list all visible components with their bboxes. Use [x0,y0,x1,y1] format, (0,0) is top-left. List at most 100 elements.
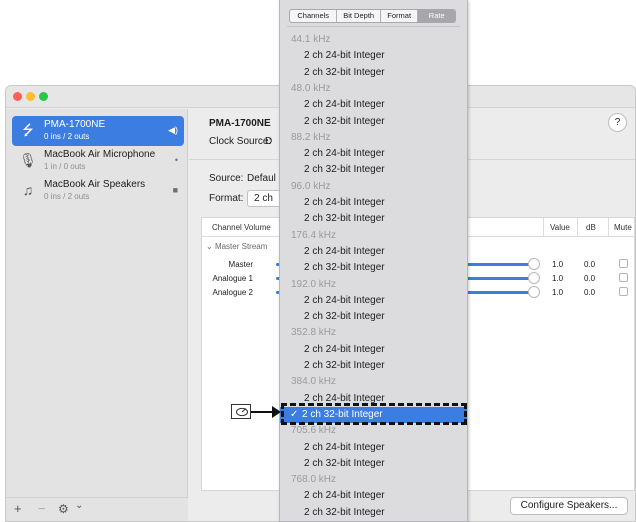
arrow-right-icon [272,406,281,418]
chevron-down-icon[interactable]: ⌄ [75,499,83,513]
menu-item[interactable]: 2 ch 24-bit Integer [280,195,467,211]
menu-item-label: 192.0 kHz [291,278,337,290]
menu-item-label: 2 ch 24-bit Integer [304,148,385,160]
device-title: PMA-1700NE [209,118,271,129]
menu-item-label: 48.0 kHz [291,82,331,94]
gear-icon[interactable]: ⚙ [58,502,69,516]
device-item-pma-1700ne[interactable]: ⭍ PMA-1700NE 0 ins / 2 outs ◀) [12,116,184,146]
channel-db: 0.0 [584,274,596,283]
menu-item[interactable]: 2 ch 24-bit Integer [280,488,467,504]
menu-item-label: 2 ch 32-bit Integer [304,457,385,469]
format-dropdown-menu: Channels Bit Depth Format Rate 44.1 kHz 2… [279,0,468,522]
menu-section-header: 44.1 kHz [280,32,467,48]
header-value: Value [550,223,570,232]
menu-item[interactable]: 2 ch 32-bit Integer [280,358,467,374]
segment-format[interactable]: Format [381,10,419,22]
menu-item[interactable]: 2 ch 32-bit Integer [280,65,467,81]
menu-item-label: 2 ch 24-bit Integer [304,343,385,355]
menu-item-label: 2 ch 32-bit Integer [304,360,385,371]
menu-item-label: 2 ch 32-bit Integer [304,213,385,225]
device-name: MacBook Air Microphone [44,149,156,160]
column-divider [608,218,609,237]
menu-item[interactable]: 2 ch 32-bit Integer [280,505,467,521]
source-value[interactable]: Defaul [247,173,276,184]
mute-checkbox[interactable] [619,259,628,268]
menu-item-label: 2 ch 24-bit Integer [304,99,385,111]
channel-value: 1.0 [552,274,564,283]
menu-item[interactable]: 2 ch 32-bit Integer [280,114,467,130]
menu-item-label: 44.1 kHz [291,34,331,45]
source-label: Source: [209,173,244,184]
segment-channels[interactable]: Channels [290,10,338,22]
volume-slider-knob[interactable] [528,286,540,298]
menu-item-label: 96.0 kHz [291,180,331,192]
close-window-button[interactable] [13,92,22,101]
menu-item[interactable]: 2 ch 32-bit Integer [280,456,467,472]
menu-item-label: 705.6 kHz [291,425,337,437]
device-sidebar: ⭍ PMA-1700NE 0 ins / 2 outs ◀) 🎙 MacBook… [6,109,188,521]
column-divider [577,218,578,237]
usb-icon: ⭍ [22,122,34,138]
channel-name: Analogue 2 [212,288,253,297]
add-device-button[interactable]: + [14,502,22,516]
configure-speakers-button[interactable]: Configure Speakers... [510,497,628,515]
menu-item-label: 2 ch 32-bit Integer [304,66,385,78]
master-stream-row[interactable]: ⌄ Master Stream [206,242,267,251]
menu-item-label: 2 ch 32-bit Integer [304,506,385,518]
volume-slider-knob[interactable] [528,258,540,270]
menu-item[interactable]: 2 ch 24-bit Integer [280,146,467,162]
menu-section-header: 768.0 kHz [280,472,467,488]
volume-slider-track[interactable] [464,277,530,280]
menu-section-header: 384.0 kHz [280,374,467,390]
minimize-window-button[interactable] [26,92,35,101]
volume-slider-knob[interactable] [528,272,540,284]
header-db: dB [586,223,596,232]
device-io: 0 ins / 2 outs [44,192,90,201]
help-button[interactable]: ? [608,113,627,132]
menu-item-label: 2 ch 24-bit Integer [304,392,385,404]
pointer-callout-icon [231,404,251,419]
menu-item[interactable]: 2 ch 24-bit Integer [280,342,467,358]
menu-item[interactable]: 2 ch 24-bit Integer [280,244,467,260]
device-name: MacBook Air Speakers [44,179,146,190]
menu-item[interactable]: 2 ch 24-bit Integer [280,440,467,456]
device-item-macbook-air-microphone[interactable]: 🎙 MacBook Air Microphone 1 in / 0 outs • [12,146,184,176]
menu-item[interactable]: 2 ch 24-bit Integer [280,97,467,113]
menu-section-header: 88.2 kHz [280,130,467,146]
zoom-window-button[interactable] [39,92,48,101]
device-item-macbook-air-speakers[interactable]: ♫ MacBook Air Speakers 0 ins / 2 outs ■ [12,176,184,206]
menu-item[interactable]: 2 ch 32-bit Integer [280,309,467,325]
volume-slider-track[interactable] [464,263,530,266]
menu-section-header: 176.4 kHz [280,228,467,244]
menu-section-header: 192.0 kHz [280,277,467,293]
menu-item-label: 768.0 kHz [291,474,337,486]
menu-item[interactable]: 2 ch 24-bit Integer [280,293,467,309]
sidebar-toolbar: + − ⚙ ⌄ [6,497,188,521]
menu-item-label: 384.0 kHz [291,376,337,388]
speaker-volume-icon: ◀) [168,125,178,135]
header-channel-volume: Channel Volume [212,223,271,232]
disclosure-chevron-icon[interactable]: ⌄ [206,242,215,251]
channel-value: 1.0 [552,288,564,297]
segment-rate[interactable]: Rate [418,10,455,22]
menu-item-label: 2 ch 32-bit Integer [304,262,385,274]
menu-item-label: 2 ch 32-bit Integer [304,164,385,176]
volume-slider-track[interactable] [464,291,530,294]
menu-item[interactable]: 2 ch 32-bit Integer [280,260,467,276]
mute-checkbox[interactable] [619,273,628,282]
menu-segmented-control: Channels Bit Depth Format Rate [289,9,456,23]
channel-value: 1.0 [552,260,564,269]
menu-item-label: 2 ch 24-bit Integer [304,245,385,257]
clock-source-label: Clock Source: [209,136,272,147]
menu-item[interactable]: 2 ch 32-bit Integer [280,211,467,227]
clock-source-value[interactable]: D [265,136,272,147]
menu-item[interactable]: 2 ch 24-bit Integer [280,48,467,64]
device-name: PMA-1700NE [44,119,106,130]
remove-device-button[interactable]: − [38,502,46,516]
segment-bit-depth[interactable]: Bit Depth [337,10,381,22]
device-io: 1 in / 0 outs [44,162,86,171]
mute-checkbox[interactable] [619,287,628,296]
menu-item-label: 176.4 kHz [291,229,337,241]
menu-item-label: 2 ch 24-bit Integer [304,490,385,502]
menu-item[interactable]: 2 ch 32-bit Integer [280,162,467,178]
